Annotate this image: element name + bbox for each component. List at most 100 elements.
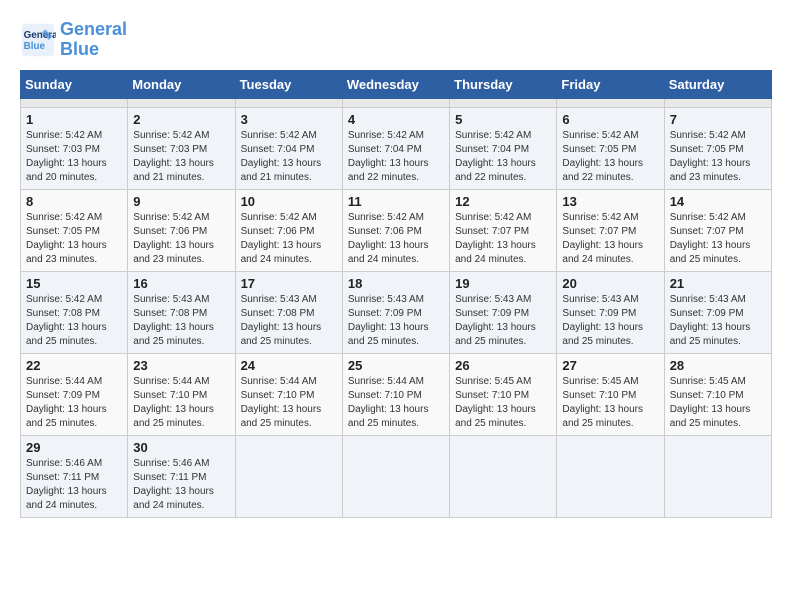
day-number: 13 — [562, 194, 658, 209]
svg-text:Blue: Blue — [24, 41, 46, 52]
column-header-friday: Friday — [557, 70, 664, 98]
day-info: Sunrise: 5:46 AM Sunset: 7:11 PM Dayligh… — [26, 457, 122, 513]
day-info: Sunrise: 5:42 AM Sunset: 7:08 PM Dayligh… — [26, 293, 122, 349]
day-number: 27 — [562, 358, 658, 373]
day-number: 1 — [26, 112, 122, 127]
day-number: 10 — [241, 194, 337, 209]
calendar-cell: 6 Sunrise: 5:42 AM Sunset: 7:05 PM Daylig… — [557, 107, 664, 189]
calendar-cell: 29 Sunrise: 5:46 AM Sunset: 7:11 PM Dayli… — [21, 435, 128, 517]
calendar-cell — [664, 435, 771, 517]
day-number: 19 — [455, 276, 551, 291]
calendar-cell: 24 Sunrise: 5:44 AM Sunset: 7:10 PM Dayli… — [235, 353, 342, 435]
day-number: 23 — [133, 358, 229, 373]
calendar-cell — [235, 435, 342, 517]
day-info: Sunrise: 5:44 AM Sunset: 7:09 PM Dayligh… — [26, 375, 122, 431]
calendar-cell — [235, 98, 342, 107]
day-number: 26 — [455, 358, 551, 373]
calendar-cell: 25Sunrise: 5:44 AM Sunset: 7:10 PM Dayli… — [342, 353, 449, 435]
day-info: Sunrise: 5:44 AM Sunset: 7:10 PM Dayligh… — [133, 375, 229, 431]
calendar-cell — [128, 98, 235, 107]
day-number: 24 — [241, 358, 337, 373]
logo-text: GeneralBlue — [60, 20, 127, 60]
day-number: 5 — [455, 112, 551, 127]
calendar-cell: 5 Sunrise: 5:42 AM Sunset: 7:04 PM Daylig… — [450, 107, 557, 189]
calendar-cell: 19 Sunrise: 5:43 AM Sunset: 7:09 PM Dayli… — [450, 271, 557, 353]
calendar-cell — [557, 435, 664, 517]
calendar-cell — [342, 98, 449, 107]
day-number: 3 — [241, 112, 337, 127]
logo-icon: General Blue — [20, 22, 56, 58]
week-row-4: 15 Sunrise: 5:42 AM Sunset: 7:08 PM Dayli… — [21, 271, 772, 353]
calendar-cell: 17 Sunrise: 5:43 AM Sunset: 7:08 PM Dayli… — [235, 271, 342, 353]
day-number: 16 — [133, 276, 229, 291]
calendar-cell: 11Sunrise: 5:42 AM Sunset: 7:06 PM Dayli… — [342, 189, 449, 271]
column-header-row: SundayMondayTuesdayWednesdayThursdayFrid… — [21, 70, 772, 98]
day-number: 8 — [26, 194, 122, 209]
calendar-cell — [342, 435, 449, 517]
day-number: 28 — [670, 358, 766, 373]
day-info: Sunrise: 5:42 AM Sunset: 7:04 PM Dayligh… — [348, 129, 444, 185]
day-info: Sunrise: 5:43 AM Sunset: 7:09 PM Dayligh… — [455, 293, 551, 349]
day-number: 14 — [670, 194, 766, 209]
calendar-cell: 16 Sunrise: 5:43 AM Sunset: 7:08 PM Dayli… — [128, 271, 235, 353]
day-number: 2 — [133, 112, 229, 127]
day-info: Sunrise: 5:42 AM Sunset: 7:03 PM Dayligh… — [133, 129, 229, 185]
calendar-cell: 23 Sunrise: 5:44 AM Sunset: 7:10 PM Dayli… — [128, 353, 235, 435]
week-row-5: 22 Sunrise: 5:44 AM Sunset: 7:09 PM Dayli… — [21, 353, 772, 435]
day-info: Sunrise: 5:45 AM Sunset: 7:10 PM Dayligh… — [670, 375, 766, 431]
day-info: Sunrise: 5:43 AM Sunset: 7:09 PM Dayligh… — [348, 293, 444, 349]
calendar-cell: 10Sunrise: 5:42 AM Sunset: 7:06 PM Dayli… — [235, 189, 342, 271]
day-info: Sunrise: 5:46 AM Sunset: 7:11 PM Dayligh… — [133, 457, 229, 513]
day-number: 18 — [348, 276, 444, 291]
day-info: Sunrise: 5:44 AM Sunset: 7:10 PM Dayligh… — [241, 375, 337, 431]
day-number: 17 — [241, 276, 337, 291]
day-number: 12 — [455, 194, 551, 209]
calendar-cell: 15 Sunrise: 5:42 AM Sunset: 7:08 PM Dayli… — [21, 271, 128, 353]
day-info: Sunrise: 5:42 AM Sunset: 7:05 PM Dayligh… — [26, 211, 122, 267]
day-number: 15 — [26, 276, 122, 291]
column-header-wednesday: Wednesday — [342, 70, 449, 98]
column-header-monday: Monday — [128, 70, 235, 98]
day-info: Sunrise: 5:42 AM Sunset: 7:06 PM Dayligh… — [133, 211, 229, 267]
day-number: 30 — [133, 440, 229, 455]
calendar-cell: 1Sunrise: 5:42 AM Sunset: 7:03 PM Daylig… — [21, 107, 128, 189]
calendar-cell: 7Sunrise: 5:42 AM Sunset: 7:05 PM Daylig… — [664, 107, 771, 189]
day-number: 25 — [348, 358, 444, 373]
calendar-cell: 13 Sunrise: 5:42 AM Sunset: 7:07 PM Dayli… — [557, 189, 664, 271]
week-row-6: 29 Sunrise: 5:46 AM Sunset: 7:11 PM Dayli… — [21, 435, 772, 517]
column-header-thursday: Thursday — [450, 70, 557, 98]
day-info: Sunrise: 5:43 AM Sunset: 7:09 PM Dayligh… — [670, 293, 766, 349]
day-info: Sunrise: 5:43 AM Sunset: 7:08 PM Dayligh… — [241, 293, 337, 349]
day-number: 6 — [562, 112, 658, 127]
day-info: Sunrise: 5:42 AM Sunset: 7:07 PM Dayligh… — [670, 211, 766, 267]
calendar-cell: 27 Sunrise: 5:45 AM Sunset: 7:10 PM Dayli… — [557, 353, 664, 435]
day-info: Sunrise: 5:43 AM Sunset: 7:08 PM Dayligh… — [133, 293, 229, 349]
calendar-cell — [21, 98, 128, 107]
day-number: 7 — [670, 112, 766, 127]
day-number: 4 — [348, 112, 444, 127]
calendar-cell: 8 Sunrise: 5:42 AM Sunset: 7:05 PM Daylig… — [21, 189, 128, 271]
calendar-cell: 21 Sunrise: 5:43 AM Sunset: 7:09 PM Dayli… — [664, 271, 771, 353]
column-header-saturday: Saturday — [664, 70, 771, 98]
header: General Blue GeneralBlue — [20, 20, 772, 60]
day-number: 21 — [670, 276, 766, 291]
week-row-3: 8 Sunrise: 5:42 AM Sunset: 7:05 PM Daylig… — [21, 189, 772, 271]
day-number: 22 — [26, 358, 122, 373]
day-info: Sunrise: 5:42 AM Sunset: 7:07 PM Dayligh… — [562, 211, 658, 267]
day-number: 9 — [133, 194, 229, 209]
calendar-cell: 4 Sunrise: 5:42 AM Sunset: 7:04 PM Daylig… — [342, 107, 449, 189]
day-info: Sunrise: 5:42 AM Sunset: 7:05 PM Dayligh… — [562, 129, 658, 185]
calendar-cell: 30 Sunrise: 5:46 AM Sunset: 7:11 PM Dayli… — [128, 435, 235, 517]
day-info: Sunrise: 5:45 AM Sunset: 7:10 PM Dayligh… — [562, 375, 658, 431]
day-info: Sunrise: 5:42 AM Sunset: 7:04 PM Dayligh… — [455, 129, 551, 185]
logo: General Blue GeneralBlue — [20, 20, 127, 60]
column-header-tuesday: Tuesday — [235, 70, 342, 98]
calendar-cell: 12 Sunrise: 5:42 AM Sunset: 7:07 PM Dayli… — [450, 189, 557, 271]
day-number: 29 — [26, 440, 122, 455]
calendar-cell: 22 Sunrise: 5:44 AM Sunset: 7:09 PM Dayli… — [21, 353, 128, 435]
calendar-cell: 20Sunrise: 5:43 AM Sunset: 7:09 PM Dayli… — [557, 271, 664, 353]
day-info: Sunrise: 5:42 AM Sunset: 7:07 PM Dayligh… — [455, 211, 551, 267]
column-header-sunday: Sunday — [21, 70, 128, 98]
week-row-2: 1 Sunrise: 5:42 AM Sunset: 7:03 PM Daylig… — [21, 107, 772, 189]
day-number: 20 — [562, 276, 658, 291]
